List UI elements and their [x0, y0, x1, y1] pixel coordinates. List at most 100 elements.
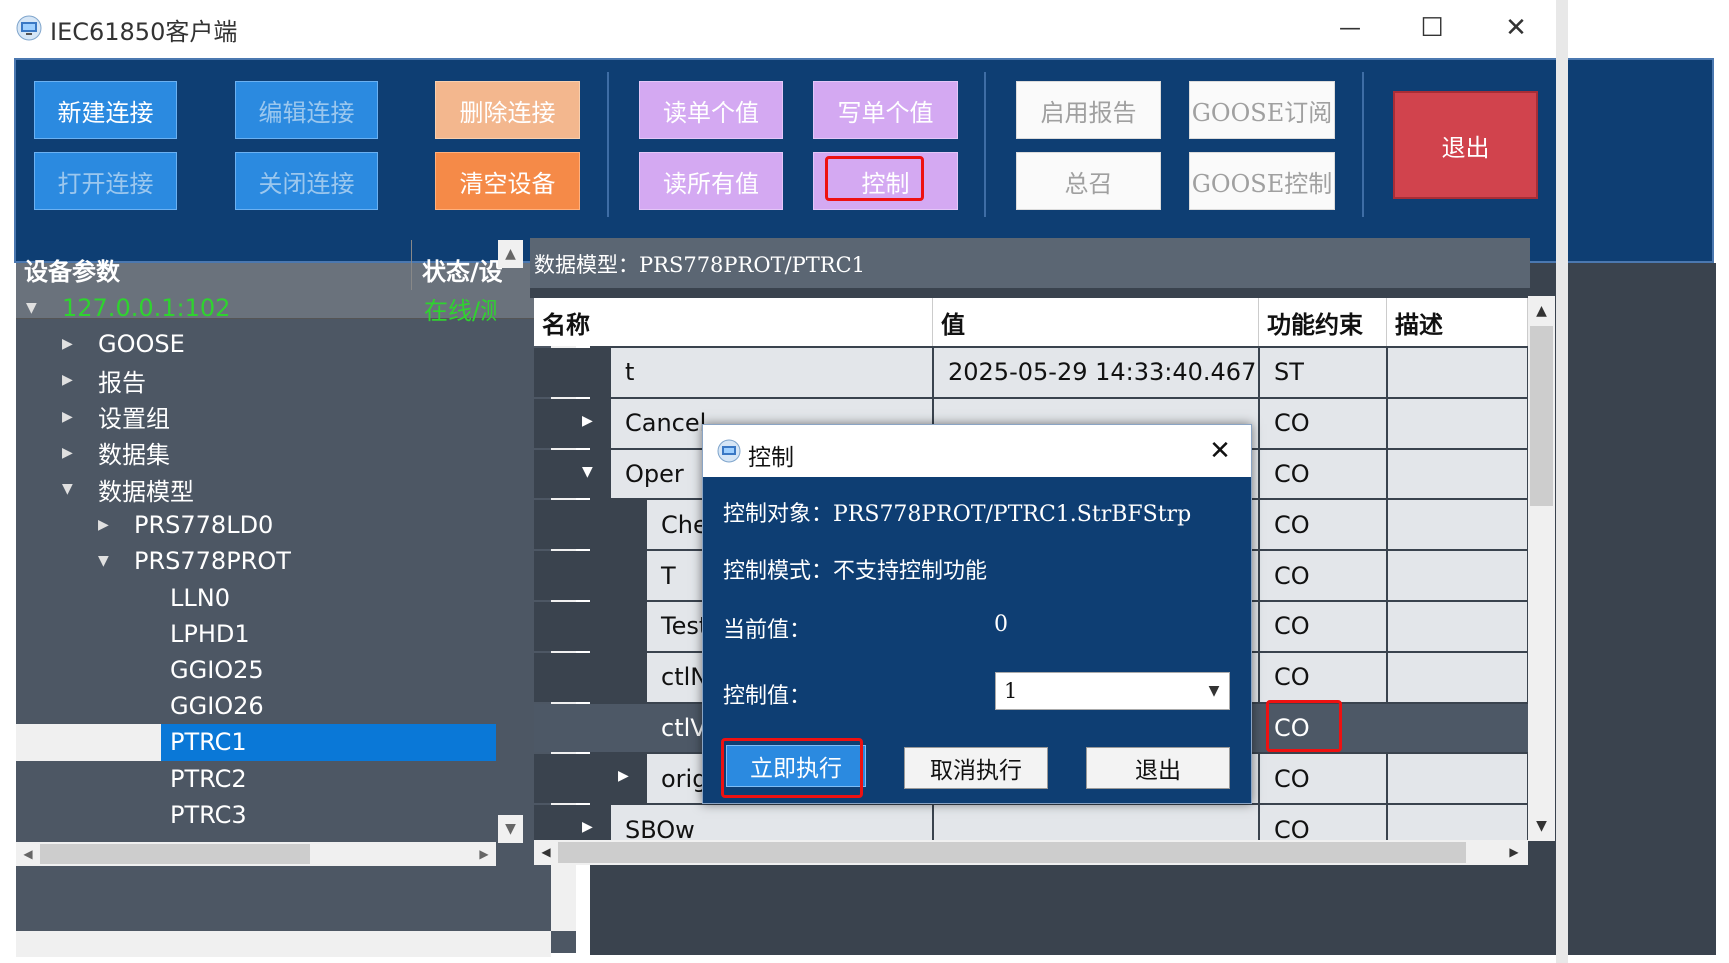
chevron-right-icon[interactable]: ▶ [618, 768, 629, 784]
cell-value: 2025-05-29 14:33:40.467 [934, 348, 1258, 397]
maximize-button[interactable]: ☐ [1412, 10, 1452, 46]
scroll-left-arrow[interactable]: ◀ [18, 842, 38, 866]
tree-node-label: LLN0 [170, 583, 230, 612]
chevron-right-icon[interactable]: ▶ [582, 413, 593, 429]
scroll-right-arrow[interactable]: ▶ [474, 842, 494, 866]
cell-name: t [611, 348, 932, 397]
grid-column-header[interactable]: 值 [933, 298, 1259, 346]
tree-node-label: PTRC2 [170, 764, 247, 793]
tree-node-status: 在线/测 [424, 296, 496, 325]
cell-fc: CO [1260, 602, 1386, 651]
read-single-button[interactable]: 读单个值 [639, 81, 783, 139]
chevron-down-icon[interactable]: ▼ [582, 464, 593, 480]
grid-scroll-left-arrow[interactable]: ◀ [536, 840, 556, 865]
tree-node[interactable]: LLN0 [16, 580, 496, 616]
chevron-right-icon[interactable]: ▶ [62, 409, 98, 425]
chevron-right-icon[interactable]: ▶ [62, 445, 98, 461]
tree-node[interactable]: ▶ PRS778LD0 [16, 507, 496, 543]
grid-scroll-right-arrow[interactable]: ▶ [1504, 840, 1524, 865]
tree-node-label: 127.0.0.1:102 [62, 294, 231, 323]
goose-control-button[interactable]: GOOSE控制 [1189, 152, 1335, 210]
control-value-select[interactable]: 1 ▼ [995, 672, 1230, 710]
tree-node[interactable]: ▶ 报告 [16, 362, 496, 398]
tree-node[interactable]: ▶ GOOSE [16, 326, 496, 362]
tree-hscroll-thumb[interactable] [40, 844, 310, 864]
dialog-app-icon [716, 439, 742, 463]
tree-horizontal-scrollbar[interactable] [16, 931, 551, 957]
scroll-down-arrow[interactable]: ▼ [498, 815, 523, 843]
current-value: 0 [994, 612, 1008, 637]
read-all-button[interactable]: 读所有值 [639, 152, 783, 210]
tree-node[interactable]: LPHD1 [16, 616, 496, 652]
cell-description [1388, 703, 1527, 753]
open-connection-button[interactable]: 打开连接 [34, 152, 177, 210]
toolbar-separator [1362, 72, 1364, 217]
tree-node[interactable]: PTRC1 [16, 724, 496, 761]
cell-description [1388, 500, 1527, 550]
chevron-down-icon[interactable]: ▼ [26, 300, 62, 316]
cell-description [1388, 398, 1527, 448]
tree-node[interactable]: ▶ 数据集 [16, 435, 496, 471]
cell-fc: CO [1260, 652, 1386, 702]
grid-column-header[interactable]: 名称 [534, 298, 933, 346]
co-highlight-box [1266, 700, 1342, 752]
tree-node[interactable]: PTRC2 [16, 761, 496, 797]
tree-node[interactable]: GGIO26 [16, 688, 496, 724]
minimize-button[interactable]: — [1330, 10, 1370, 46]
execute-highlight-box [721, 738, 863, 798]
control-mode-label: 控制模式：不支持控制功能 [723, 559, 988, 584]
dialog-exit-button[interactable]: 退出 [1086, 747, 1230, 789]
tree-node-label: PTRC1 [170, 728, 247, 757]
tree-node[interactable]: ▼ 数据模型 [16, 471, 496, 507]
write-single-button[interactable]: 写单个值 [813, 81, 958, 139]
edit-connection-button[interactable]: 编辑连接 [235, 81, 378, 139]
close-window-button[interactable]: ✕ [1496, 10, 1536, 46]
cell-description [1388, 602, 1527, 651]
close-connection-button[interactable]: 关闭连接 [235, 152, 378, 210]
cell-description [1388, 348, 1527, 397]
chevron-down-icon: ▼ [1208, 683, 1220, 699]
control-value-label: 控制值： [723, 684, 812, 709]
exit-button[interactable]: 退出 [1393, 91, 1538, 199]
chevron-right-icon[interactable]: ▶ [98, 517, 134, 533]
delete-connection-button[interactable]: 删除连接 [435, 81, 580, 139]
enable-report-button[interactable]: 启用报告 [1016, 81, 1161, 139]
tree-node-connection[interactable]: ▼ 127.0.0.1:102 在线/测 [16, 290, 496, 326]
app-icon [14, 15, 44, 41]
chevron-down-icon[interactable]: ▼ [98, 553, 134, 569]
control-object-label: 控制对象：PRS778PROT/PTRC1.StrBFStrp [723, 502, 1192, 527]
tree-node-label: PRS778PROT [134, 547, 291, 576]
tree-node[interactable]: PTRC3 [16, 797, 496, 833]
current-value-label: 当前值： [723, 618, 812, 643]
grid-vscroll-thumb[interactable] [1530, 326, 1553, 506]
dialog-close-button[interactable]: ✕ [1200, 434, 1240, 468]
grid-hscroll-thumb[interactable] [558, 842, 1466, 863]
toolbar-separator [607, 72, 609, 217]
grid-column-header[interactable]: 功能约束 [1259, 298, 1387, 346]
cell-fc: CO [1260, 398, 1386, 448]
goose-subscribe-button[interactable]: GOOSE订阅 [1189, 81, 1335, 139]
grid-scroll-up-arrow[interactable]: ▲ [1528, 298, 1555, 324]
tree-node[interactable]: ▼ PRS778PROT [16, 543, 496, 579]
grid-scroll-down-arrow[interactable]: ▼ [1528, 813, 1555, 839]
control-highlight-box [825, 156, 924, 201]
general-interrogation-button[interactable]: 总召 [1016, 152, 1161, 210]
scroll-up-arrow[interactable]: ▲ [498, 240, 523, 268]
cell-description [1388, 754, 1527, 804]
cell-description [1388, 449, 1527, 499]
tree-node[interactable]: GGIO25 [16, 652, 496, 688]
cancel-execute-button[interactable]: 取消执行 [904, 747, 1048, 789]
chevron-right-icon[interactable]: ▶ [62, 336, 98, 352]
chevron-right-icon[interactable]: ▶ [582, 819, 593, 835]
tree-node-label: GGIO26 [170, 692, 264, 721]
tree-node[interactable]: ▶ 设置组 [16, 399, 496, 435]
window-title: IEC61850客户端 [50, 18, 238, 46]
cell-description [1388, 551, 1527, 600]
clear-device-button[interactable]: 清空设备 [435, 152, 580, 210]
column-header-status[interactable]: 状态/设 [422, 252, 502, 287]
new-connection-button[interactable]: 新建连接 [34, 81, 177, 139]
grid-column-header[interactable]: 描述 [1387, 298, 1528, 346]
chevron-down-icon[interactable]: ▼ [62, 481, 98, 497]
column-header-device-params[interactable]: 设备参数 [24, 252, 120, 287]
chevron-right-icon[interactable]: ▶ [62, 372, 98, 388]
